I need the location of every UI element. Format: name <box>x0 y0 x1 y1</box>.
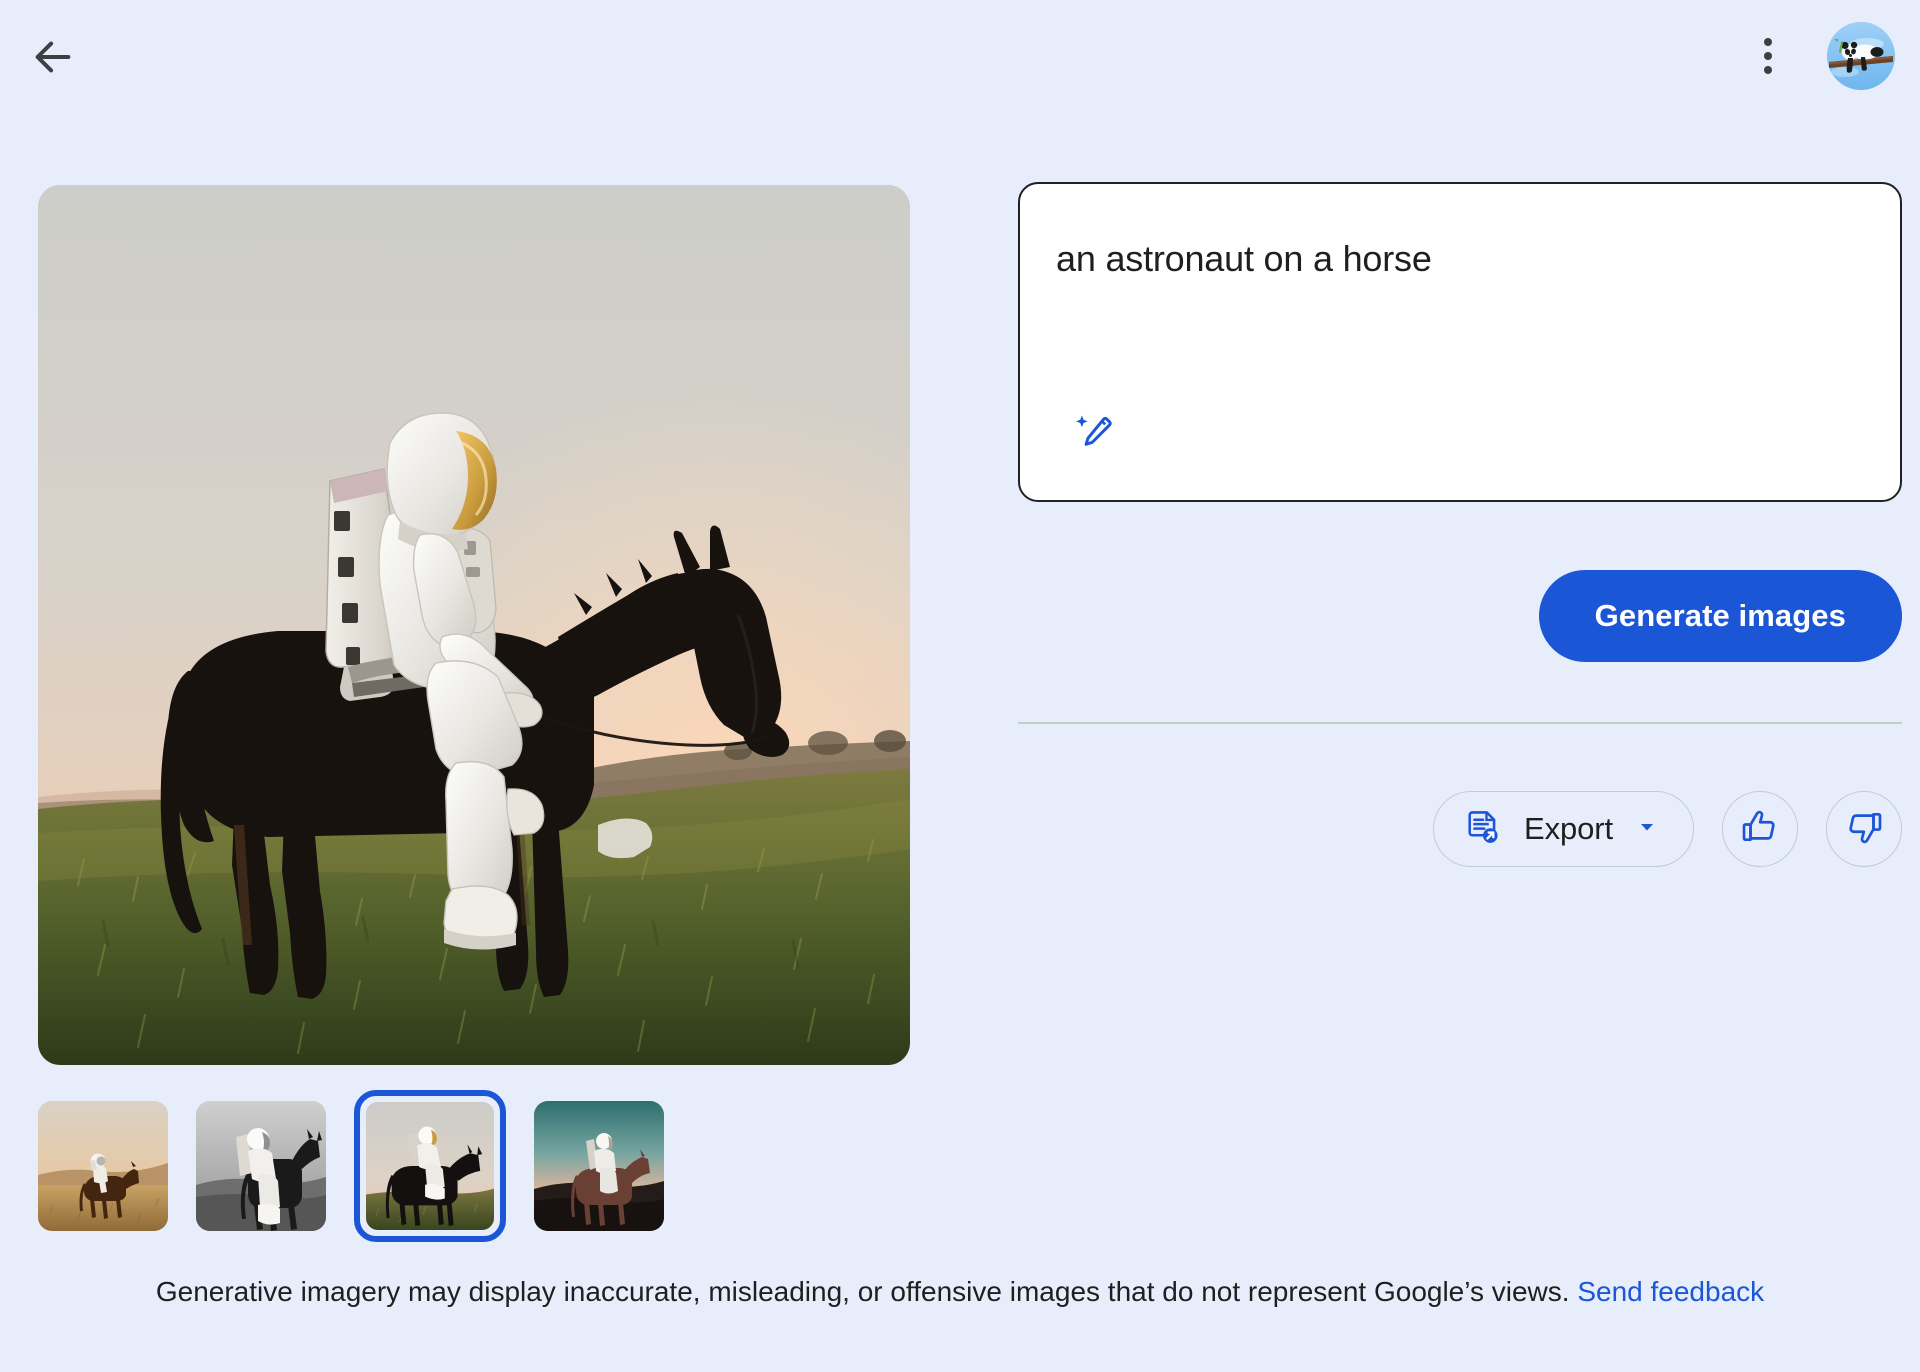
more-vert-icon <box>1764 38 1772 46</box>
generate-row: Generate images <box>1018 560 1902 672</box>
thumbnail-item-2[interactable] <box>354 1090 506 1242</box>
prompt-input-container[interactable]: an astronaut on a horse <box>1018 182 1902 502</box>
thumbnail-item-0[interactable] <box>38 1101 168 1231</box>
thumbnail-strip <box>38 1090 664 1242</box>
section-divider <box>1018 722 1902 724</box>
controls-panel: an astronaut on a horse Generate images <box>1018 182 1902 872</box>
thumbnail-image-0[interactable] <box>38 1101 168 1231</box>
avatar[interactable] <box>1827 22 1895 90</box>
more-options-button[interactable] <box>1740 28 1796 84</box>
thumbnail-item-1[interactable] <box>196 1101 326 1231</box>
back-button[interactable] <box>20 27 86 87</box>
send-feedback-link[interactable]: Send feedback <box>1577 1276 1764 1307</box>
top-bar <box>0 0 1920 110</box>
image-generation-screen: an astronaut on a horse Generate images <box>0 0 1920 1372</box>
generate-images-button[interactable]: Generate images <box>1538 570 1902 662</box>
disclaimer-text: Generative imagery may display inaccurat… <box>155 1276 1570 1307</box>
astronaut-on-horse-image <box>38 185 910 1065</box>
footer-disclaimer: Generative imagery may display inaccurat… <box>0 1272 1920 1313</box>
actions-row: Export <box>1018 786 1902 872</box>
thumbnail-image-2[interactable] <box>366 1102 494 1230</box>
more-vert-icon <box>1764 52 1772 60</box>
thumb-up-icon <box>1741 808 1779 851</box>
prompt-input[interactable]: an astronaut on a horse <box>1056 236 1432 281</box>
thumbnail-image-1[interactable] <box>196 1101 326 1231</box>
magic-pencil-icon[interactable] <box>1072 408 1118 454</box>
thumb-down-icon <box>1845 808 1883 851</box>
export-document-icon <box>1464 808 1502 851</box>
thumb-down-button[interactable] <box>1826 791 1902 867</box>
chevron-down-icon[interactable] <box>1635 815 1659 844</box>
thumbnail-image-3[interactable] <box>534 1101 664 1231</box>
generated-image-preview[interactable] <box>38 185 910 1065</box>
thumb-up-button[interactable] <box>1722 791 1798 867</box>
thumbnail-item-3[interactable] <box>534 1101 664 1231</box>
export-button[interactable]: Export <box>1433 791 1694 867</box>
export-label: Export <box>1524 811 1613 846</box>
arrow-back-icon <box>30 34 76 80</box>
more-vert-icon <box>1764 66 1772 74</box>
